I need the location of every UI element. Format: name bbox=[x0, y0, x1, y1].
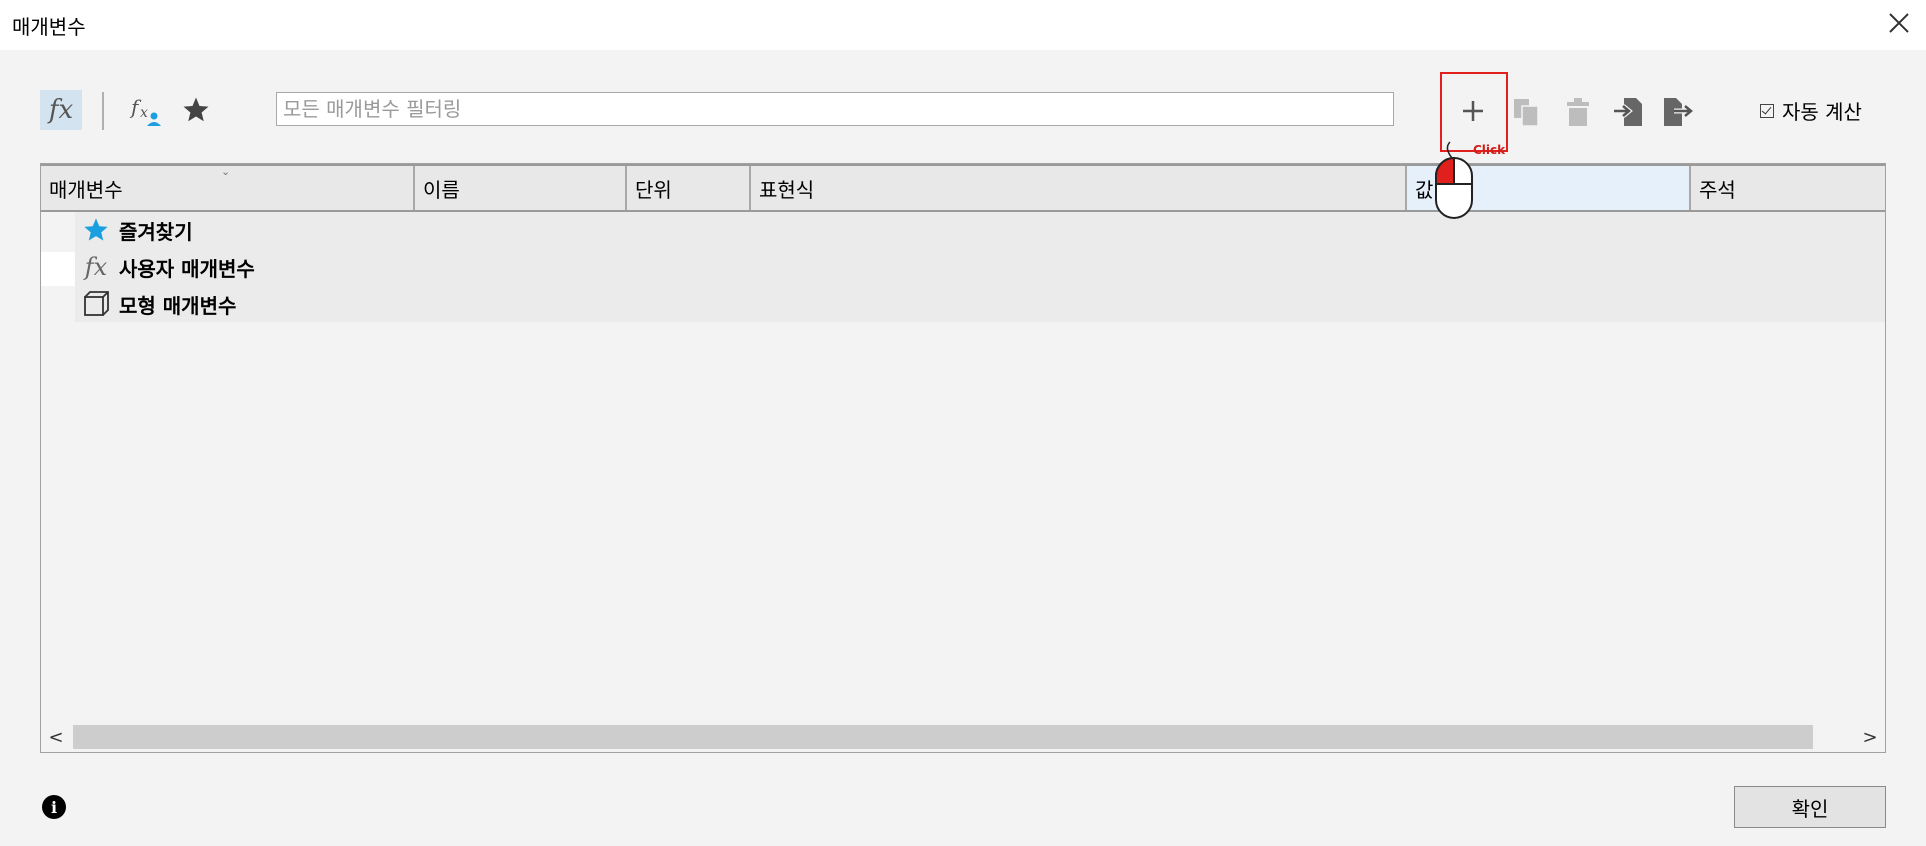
column-header-parameter[interactable]: ⌄ 매개변수 bbox=[41, 165, 415, 210]
tree-row-model-parameters[interactable]: 모형 매개변수 bbox=[75, 286, 236, 322]
parameters-grid: ⌄ 매개변수 이름 단위 표현식 값 주석 즐겨찾기 fx 사용자 매개변수 모… bbox=[40, 163, 1886, 753]
cube-icon bbox=[84, 291, 109, 316]
fx-icon: fx bbox=[84, 253, 108, 281]
horizontal-scrollbar[interactable]: < > bbox=[41, 722, 1885, 752]
column-header-unit[interactable]: 단위 bbox=[627, 166, 751, 210]
fx-user-icon: f x bbox=[129, 95, 161, 126]
auto-calc-checkbox[interactable]: 자동 계산 bbox=[1760, 96, 1862, 125]
close-icon bbox=[1889, 13, 1909, 33]
column-header-name[interactable]: 이름 bbox=[415, 166, 627, 210]
scrollbar-thumb[interactable] bbox=[73, 725, 1813, 749]
copy-icon bbox=[1514, 99, 1539, 127]
star-icon bbox=[183, 97, 209, 122]
grid-rows: 즐겨찾기 fx 사용자 매개변수 모형 매개변수 bbox=[75, 212, 1885, 322]
column-header-comment[interactable]: 주석 bbox=[1691, 166, 1885, 210]
scroll-right-arrow[interactable]: > bbox=[1857, 726, 1883, 748]
close-button[interactable] bbox=[1886, 10, 1912, 36]
favorites-filter-button[interactable] bbox=[176, 90, 216, 130]
tree-row-user-parameters[interactable]: fx 사용자 매개변수 bbox=[75, 249, 255, 285]
column-header-expression[interactable]: 표현식 bbox=[751, 166, 1407, 210]
checkbox-checked-icon bbox=[1760, 103, 1774, 118]
tree-row-label: 모형 매개변수 bbox=[119, 293, 237, 318]
click-annotation-label: Click bbox=[1473, 143, 1506, 157]
row-gutter-cell bbox=[41, 252, 75, 286]
export-icon bbox=[1664, 98, 1694, 126]
svg-text:x: x bbox=[140, 105, 148, 121]
tree-row-label: 즐겨찾기 bbox=[119, 219, 193, 244]
tree-row-label: 사용자 매개변수 bbox=[119, 256, 255, 281]
filter-input[interactable] bbox=[276, 92, 1394, 126]
trash-icon bbox=[1567, 98, 1589, 126]
scroll-left-arrow[interactable]: < bbox=[43, 726, 69, 748]
import-button[interactable] bbox=[1608, 92, 1648, 132]
all-parameters-fx-button[interactable]: fx bbox=[40, 90, 82, 130]
auto-calc-label: 자동 계산 bbox=[1782, 100, 1862, 124]
delete-parameter-button[interactable] bbox=[1558, 92, 1598, 132]
sort-chevron-icon: ⌄ bbox=[221, 165, 231, 178]
window-title: 매개변수 bbox=[12, 15, 86, 39]
grid-header: ⌄ 매개변수 이름 단위 표현식 값 주석 bbox=[41, 164, 1885, 212]
import-icon bbox=[1614, 98, 1642, 126]
star-icon bbox=[84, 218, 108, 241]
column-header-value[interactable]: 값 bbox=[1407, 166, 1691, 210]
info-icon[interactable]: i bbox=[42, 795, 66, 819]
tree-row-favorites[interactable]: 즐겨찾기 bbox=[75, 212, 193, 248]
add-parameter-button[interactable] bbox=[1450, 90, 1496, 132]
toolbar-separator bbox=[102, 92, 104, 130]
export-button[interactable] bbox=[1658, 92, 1698, 132]
fx-icon: fx bbox=[48, 95, 74, 125]
ok-button[interactable]: 확인 bbox=[1734, 786, 1886, 828]
plus-icon bbox=[1463, 101, 1483, 121]
user-parameters-button[interactable]: f x bbox=[126, 90, 164, 130]
title-bar: 매개변수 bbox=[0, 0, 1926, 50]
copy-parameter-button[interactable] bbox=[1506, 92, 1546, 132]
